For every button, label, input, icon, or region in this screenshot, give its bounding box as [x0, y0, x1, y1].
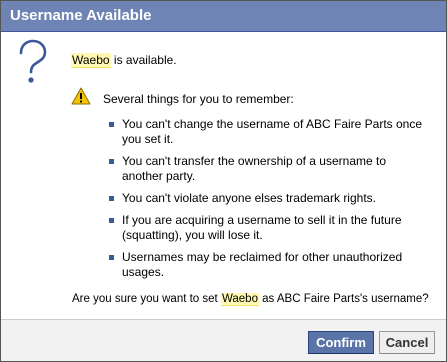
list-item: If you are acquiring a username to sell …	[109, 213, 429, 243]
list-item-text: If you are acquiring a username to sell …	[122, 213, 402, 242]
username-available-dialog: Username Available Waebo is available. S…	[0, 0, 447, 362]
dialog-title-bar: Username Available	[1, 1, 446, 32]
bullet-icon	[109, 122, 114, 127]
bullet-icon	[109, 196, 114, 201]
list-item: You can't violate anyone elses trademark…	[109, 191, 429, 206]
list-item-text: Usernames may be reclaimed for other una…	[122, 250, 403, 279]
list-item: Usernames may be reclaimed for other una…	[109, 250, 429, 280]
confirm-button[interactable]: Confirm	[308, 331, 374, 354]
confirm-prefix: Are you sure you want to set	[72, 293, 221, 305]
username-highlight: Waebo	[220, 293, 259, 306]
list-item-text: You can't transfer the ownership of a us…	[122, 154, 387, 183]
bullet-icon	[109, 218, 114, 223]
list-item: You can't transfer the ownership of a us…	[109, 154, 429, 184]
bullet-icon	[109, 255, 114, 260]
username-highlight: Waebo	[71, 53, 111, 68]
warning-triangle-icon	[71, 87, 91, 105]
availability-text: is available.	[110, 53, 177, 67]
list-item-text: You can't change the username of ABC Fai…	[122, 117, 423, 146]
reminder-list: You can't change the username of ABC Fai…	[109, 117, 429, 287]
availability-message: Waebo is available.	[71, 53, 177, 68]
cancel-button[interactable]: Cancel	[379, 331, 435, 354]
confirm-question: Are you sure you want to set Waebo as AB…	[72, 293, 429, 306]
dialog-footer: Confirm Cancel	[1, 319, 446, 361]
list-item-text: You can't violate anyone elses trademark…	[122, 191, 376, 205]
warning-heading: Several things for you to remember:	[103, 92, 294, 106]
question-mark-icon	[19, 39, 47, 83]
confirm-suffix: as ABC Faire Parts's username?	[258, 293, 429, 305]
list-item: You can't change the username of ABC Fai…	[109, 117, 429, 147]
dialog-title: Username Available	[10, 7, 152, 24]
bullet-icon	[109, 159, 114, 164]
